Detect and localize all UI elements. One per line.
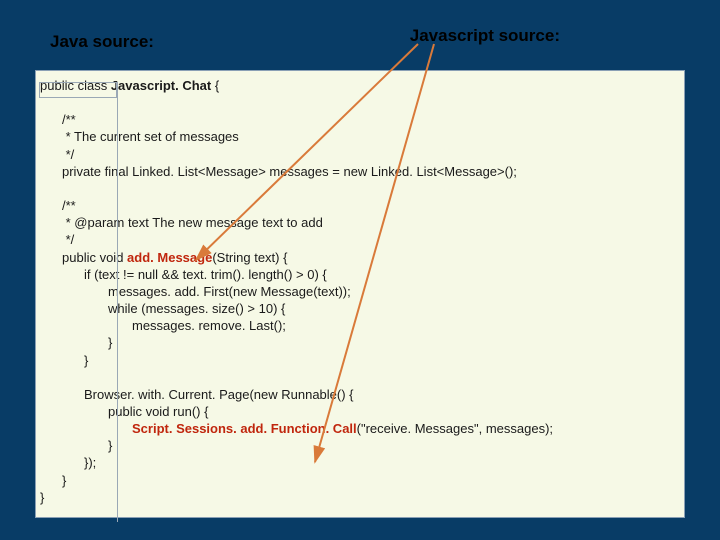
- code-line: private final Linked. List<Message> mess…: [40, 163, 680, 180]
- code-line: */: [40, 231, 680, 248]
- code-line: }: [40, 352, 680, 369]
- javascript-source-header: Javascript source:: [410, 26, 670, 52]
- code-line: }: [40, 437, 680, 454]
- code-line: /**: [40, 197, 680, 214]
- code-line: /**: [40, 111, 680, 128]
- code-line: messages. add. First(new Message(text));: [40, 283, 680, 300]
- code-line: if (text != null && text. trim(). length…: [40, 266, 680, 283]
- blank-line: [40, 180, 680, 197]
- code-line: Script. Sessions. add. Function. Call("r…: [40, 420, 680, 437]
- code-line: while (messages. size() > 10) {: [40, 300, 680, 317]
- code-line: }: [40, 334, 680, 351]
- header-row: Java source: Javascript source:: [0, 0, 720, 60]
- code-line: }: [40, 489, 680, 506]
- code-line: * @param text The new message text to ad…: [40, 214, 680, 231]
- blank-line: [40, 94, 680, 111]
- java-source-header: Java source:: [50, 26, 410, 52]
- code-line: public void add. Message(String text) {: [40, 249, 680, 266]
- code-panel: public class Javascript. Chat { /** * Th…: [35, 70, 685, 518]
- code-line: */: [40, 146, 680, 163]
- code-line: public class Javascript. Chat {: [40, 77, 680, 94]
- code-line: });: [40, 454, 680, 471]
- code-line: public void run() {: [40, 403, 680, 420]
- code-line: }: [40, 472, 680, 489]
- left-rule: [117, 82, 118, 522]
- code-line: messages. remove. Last();: [40, 317, 680, 334]
- code-line: Browser. with. Current. Page(new Runnabl…: [40, 386, 680, 403]
- code-line: * The current set of messages: [40, 128, 680, 145]
- blank-line: [40, 369, 680, 386]
- left-marker: [39, 82, 117, 98]
